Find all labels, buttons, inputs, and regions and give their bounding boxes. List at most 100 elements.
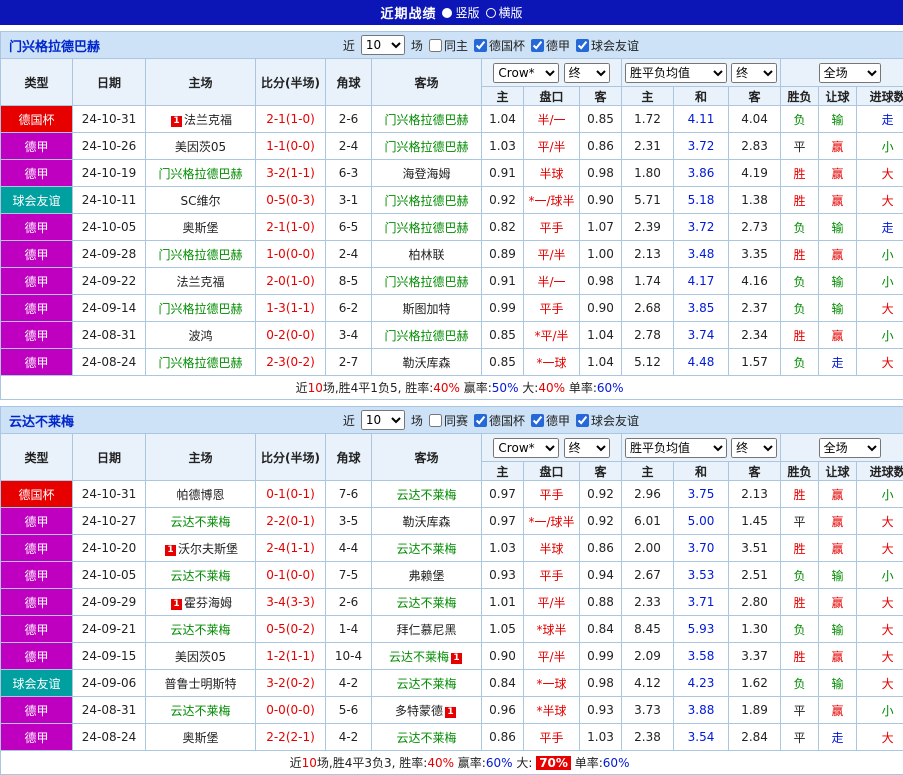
filter-label: 德甲 [546, 37, 570, 54]
filter-bundesliga[interactable]: 德甲 [531, 37, 570, 54]
odds-company-select[interactable]: Crow* [493, 63, 559, 83]
filter-german-cup[interactable]: 德国杯 [474, 37, 525, 54]
filter-same-competition-checkbox[interactable] [429, 414, 442, 427]
match-cell: 0.96 [482, 697, 524, 724]
match-cell: 2-4 [326, 133, 372, 160]
match-cell: 门兴格拉德巴赫 [372, 322, 482, 349]
filter-bundesliga-checkbox[interactable] [531, 39, 544, 52]
match-cell: 输 [819, 616, 857, 643]
match-cell: *一/球半 [524, 187, 580, 214]
match-cell: 赢 [819, 643, 857, 670]
cell-text: 平/半 [537, 650, 565, 664]
scope-select[interactable]: 全场 [819, 63, 881, 83]
cell-text: 6-2 [339, 301, 359, 315]
avg-final-select[interactable]: 终 [731, 63, 777, 83]
cell-text: 2-4 [339, 139, 359, 153]
filter-same-home-checkbox[interactable] [429, 39, 442, 52]
match-cell: 2.84 [729, 724, 781, 751]
match-row: 德甲24-09-28门兴格拉德巴赫1-0(0-0)2-4柏林联0.89平/半1.… [1, 241, 903, 268]
red-card-badge: 1 [171, 116, 182, 127]
cell-text: 勒沃库森 [402, 356, 450, 370]
summary-segment: 40% [433, 381, 460, 395]
cell-text: 德甲 [24, 302, 48, 316]
match-cell: 1.80 [622, 160, 674, 187]
match-cell: 胜 [781, 160, 819, 187]
match-cell: 2.00 [622, 535, 674, 562]
cell-text: 3.35 [741, 247, 768, 261]
match-cell: 2.33 [622, 589, 674, 616]
cell-text: 0.88 [587, 595, 614, 609]
section-controls: 近 10 场 同赛 德国杯 德甲 球会友谊 [343, 410, 639, 430]
filter-club-friendly-checkbox[interactable] [576, 414, 589, 427]
cell-text: 5.12 [634, 355, 661, 369]
match-cell: 走 [857, 214, 903, 241]
cell-text: 3.85 [688, 301, 715, 315]
filter-label: 德甲 [546, 412, 570, 429]
cell-text: 赢 [832, 329, 844, 343]
cell-text: 24-10-20 [82, 541, 136, 555]
cell-text: 负 [794, 113, 806, 127]
cell-text: 0.84 [587, 622, 614, 636]
odds-final-select[interactable]: 终 [564, 63, 610, 83]
filter-german-cup[interactable]: 德国杯 [474, 412, 525, 429]
filter-german-cup-checkbox[interactable] [474, 39, 487, 52]
match-cell: 2.38 [622, 724, 674, 751]
cell-text: 4.12 [634, 676, 661, 690]
match-cell: 大 [857, 535, 903, 562]
match-cell: 平/半 [524, 241, 580, 268]
layout-radio-horizontal[interactable]: 横版 [486, 4, 523, 21]
layout-radio-vertical[interactable]: 竖版 [442, 4, 479, 21]
match-cell: 输 [819, 670, 857, 697]
recent-count-select[interactable]: 10 [361, 410, 405, 430]
filter-same-home[interactable]: 同主 [429, 37, 468, 54]
match-cell: 4.12 [622, 670, 674, 697]
cell-text: 小 [882, 248, 894, 262]
filter-same-competition[interactable]: 同赛 [429, 412, 468, 429]
match-cell: 赢 [819, 322, 857, 349]
match-cell: 云达不莱梅1 [372, 643, 482, 670]
avg-odds-select[interactable]: 胜平负均值 [625, 63, 727, 83]
cell-text: 4-2 [339, 730, 359, 744]
cell-text: 7-6 [339, 487, 359, 501]
cell-text: *半球 [536, 704, 566, 718]
match-cell: 云达不莱梅 [146, 508, 256, 535]
col-date: 日期 [73, 59, 146, 106]
match-cell: 小 [857, 133, 903, 160]
cell-text: 0.82 [489, 220, 516, 234]
odds-company-select[interactable]: Crow* [493, 438, 559, 458]
match-row: 德甲24-10-05云达不莱梅0-1(0-0)7-5弗赖堡0.93平手0.942… [1, 562, 903, 589]
filter-club-friendly[interactable]: 球会友谊 [576, 412, 639, 429]
match-cell: 门兴格拉德巴赫 [372, 187, 482, 214]
match-cell: 4.04 [729, 106, 781, 133]
cell-text: 4.04 [741, 112, 768, 126]
filter-club-friendly[interactable]: 球会友谊 [576, 37, 639, 54]
match-cell: 半/一 [524, 268, 580, 295]
odds-final-select[interactable]: 终 [564, 438, 610, 458]
filter-bundesliga-checkbox[interactable] [531, 414, 544, 427]
col-corner: 角球 [326, 434, 372, 481]
avg-final-select[interactable]: 终 [731, 438, 777, 458]
match-cell: *一/球半 [524, 508, 580, 535]
match-cell: 0.98 [580, 160, 622, 187]
match-cell: 7-5 [326, 562, 372, 589]
cell-text: 4-2 [339, 676, 359, 690]
team-name: 云达不莱梅 [9, 411, 74, 430]
match-cell: 德甲 [1, 295, 73, 322]
match-cell: 5.71 [622, 187, 674, 214]
recent-count-select[interactable]: 10 [361, 35, 405, 55]
filter-german-cup-checkbox[interactable] [474, 414, 487, 427]
cell-text: 云达不莱梅 [396, 488, 456, 502]
cell-text: 0.97 [489, 514, 516, 528]
match-cell: 0.86 [580, 133, 622, 160]
match-cell: 0.94 [580, 562, 622, 589]
match-cell: 海登海姆 [372, 160, 482, 187]
scope-select[interactable]: 全场 [819, 438, 881, 458]
match-cell: 大 [857, 349, 903, 376]
match-cell: 24-09-21 [73, 616, 146, 643]
filter-bundesliga[interactable]: 德甲 [531, 412, 570, 429]
match-cell: 4.17 [674, 268, 729, 295]
cell-text: 24-08-24 [82, 355, 136, 369]
cell-text: 输 [832, 302, 844, 316]
filter-club-friendly-checkbox[interactable] [576, 39, 589, 52]
avg-odds-select[interactable]: 胜平负均值 [625, 438, 727, 458]
